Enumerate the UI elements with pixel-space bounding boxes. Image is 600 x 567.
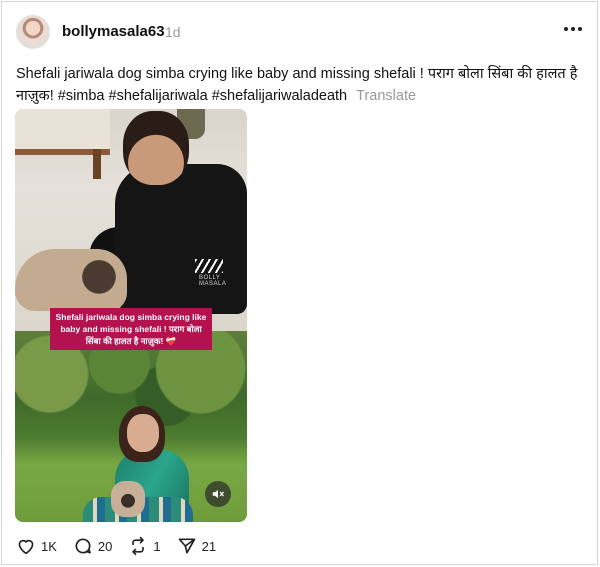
post-card: bollymasala63 1d Shefali jariwala dog si… — [1, 1, 598, 565]
repost-icon — [128, 536, 148, 556]
like-button[interactable]: 1K — [16, 537, 57, 555]
translate-link[interactable]: Translate — [356, 88, 416, 104]
video-overlay-caption: Shefali jariwala dog simba crying like b… — [50, 308, 212, 350]
post-caption: Shefali jariwala dog simba crying like b… — [16, 63, 586, 107]
username[interactable]: bollymasala63 — [62, 23, 165, 40]
post-time: 1d — [165, 24, 181, 40]
comment-count: 20 — [97, 538, 113, 554]
video-watermark: BOLLY MASALA — [199, 275, 227, 287]
pug-dog-2 — [111, 481, 145, 517]
share-count: 21 — [201, 538, 217, 554]
broken-heart-icon: ❤️‍🩹 — [165, 336, 177, 346]
heart-icon — [16, 537, 36, 555]
post-video[interactable]: BOLLY MASALA Shefali jariwala dog simba … — [15, 109, 247, 522]
repost-count: 1 — [153, 538, 161, 554]
repost-button[interactable]: 1 — [128, 536, 161, 556]
speaker-muted-icon[interactable] — [205, 481, 231, 507]
caption-text: Shefali jariwala dog simba crying like b… — [16, 66, 578, 104]
like-count: 1K — [41, 538, 57, 554]
send-icon — [177, 536, 197, 556]
video-top-scene: BOLLY MASALA — [15, 109, 247, 331]
man-figure — [115, 164, 247, 314]
post-actions: 1K 20 1 21 — [16, 536, 232, 556]
avatar[interactable] — [16, 15, 50, 49]
share-button[interactable]: 21 — [177, 536, 216, 556]
more-options-icon[interactable] — [564, 24, 586, 34]
pug-dog — [15, 249, 127, 311]
comment-icon — [73, 536, 93, 556]
comment-button[interactable]: 20 — [73, 536, 112, 556]
